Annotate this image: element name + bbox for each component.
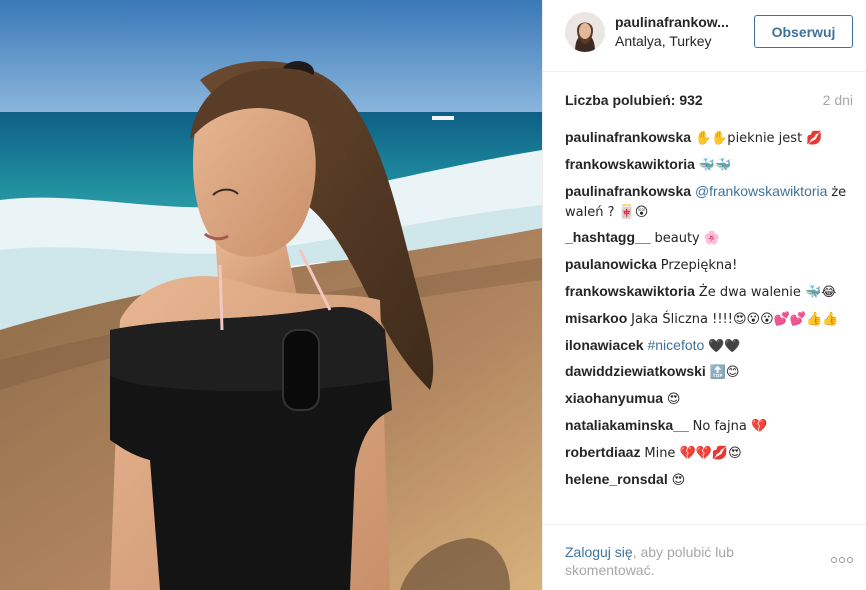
comment-username-link[interactable]: helene_ronsdal [565,471,668,487]
location-link[interactable]: Antalya, Turkey [615,32,750,50]
comment-item: robertdiaaz Mine 💔💔💋😍 [565,443,855,463]
comment-username-link[interactable]: paulinafrankowska [565,183,691,199]
comment-item: xiaohanyumua 😍 [565,389,855,409]
ellipsis-icon [847,557,853,563]
post-sidebar: paulinafrankow... Antalya, Turkey Obserw… [542,0,866,590]
comment-text: 🖤🖤 [708,338,741,354]
comment-username-link[interactable]: paulanowicka [565,256,657,272]
comment-item: frankowskawiktoria 🐳🐳 [565,155,855,175]
comment-username-link[interactable]: paulinafrankowska [565,129,691,145]
comment-text: Jaka Śliczna !!!!😍😮😮💕💕👍👍 [631,311,839,327]
comment-username-link[interactable]: frankowskawiktoria [565,156,695,172]
more-options-button[interactable] [829,551,855,563]
follow-button[interactable]: Obserwuj [754,15,853,48]
comment-item: frankowskawiktoria Że dwa walenie 🐳😂 [565,282,855,302]
comment-username-link[interactable]: robertdiaaz [565,444,640,460]
ellipsis-icon [839,557,845,563]
comment-text: 😍 [666,392,681,408]
comment-item: paulanowicka Przepiękna! [565,255,855,275]
comment-username-link[interactable]: xiaohanyumua [565,390,663,406]
comment-text: Przepiękna! [660,258,738,274]
comment-text: beauty 🌸 [654,231,721,247]
comment-item: ilonawiacek #nicefoto 🖤🖤 [565,336,855,356]
comment-text: Mine 💔💔💋😍 [644,445,742,461]
comment-text: 😍 [671,472,686,488]
post-age[interactable]: 2 dni [823,92,853,108]
comment-username-link[interactable]: nataliakaminska__ [565,417,689,433]
post-footer: Zaloguj się, aby polubić lub skomentować… [543,524,866,590]
author-info: paulinafrankow... Antalya, Turkey [615,14,750,50]
avatar[interactable] [565,12,605,52]
comment-item: nataliakaminska__ No fajna 💔 [565,416,855,436]
comment-item: paulinafrankowska ✋✋pieknie jest 💋 [565,128,855,148]
comment-text: Że dwa walenie 🐳😂 [698,284,837,300]
login-link[interactable]: Zaloguj się [565,544,633,560]
comment-item: paulinafrankowska @frankowskawiktoria że… [565,182,855,222]
comments-list: paulinafrankowska ✋✋pieknie jest 💋 frank… [565,128,855,496]
comment-username-link[interactable]: frankowskawiktoria [565,283,695,299]
comment-mention-link[interactable]: @frankowskawiktoria [695,183,827,199]
comment-username-link[interactable]: _hashtagg__ [565,229,651,245]
post-header: paulinafrankow... Antalya, Turkey Obserw… [543,0,866,72]
comment-text: ✋✋pieknie jest 💋 [694,131,823,146]
comment-username-link[interactable]: ilonawiacek [565,337,644,353]
author-username-link[interactable]: paulinafrankow... [615,14,750,31]
post-modal: paulinafrankow... Antalya, Turkey Obserw… [0,0,866,590]
comment-item: dawiddziewiatkowski 🔝😊 [565,362,855,382]
likes-count[interactable]: Liczba polubień: 932 [565,92,703,108]
likes-row: Liczba polubień: 932 2 dni [565,92,853,112]
post-photo[interactable] [0,0,542,590]
comment-text: 🔝😊 [709,365,740,381]
avatar-image [565,12,605,52]
comment-hashtag-link[interactable]: #nicefoto [647,337,704,353]
comment-item: misarkoo Jaka Śliczna !!!!😍😮😮💕💕👍👍 [565,309,855,329]
comment-username-link[interactable]: dawiddziewiatkowski [565,363,706,379]
ellipsis-icon [831,557,837,563]
comment-text: No fajna 💔 [692,418,768,434]
comment-username-link[interactable]: misarkoo [565,310,627,326]
comment-item: _hashtagg__ beauty 🌸 [565,228,855,248]
login-prompt: Zaloguj się, aby polubić lub skomentować… [565,543,765,579]
comment-text: 🐳🐳 [698,157,732,173]
beach-photo-image [0,0,542,590]
comment-item: helene_ronsdal 😍 [565,470,855,490]
